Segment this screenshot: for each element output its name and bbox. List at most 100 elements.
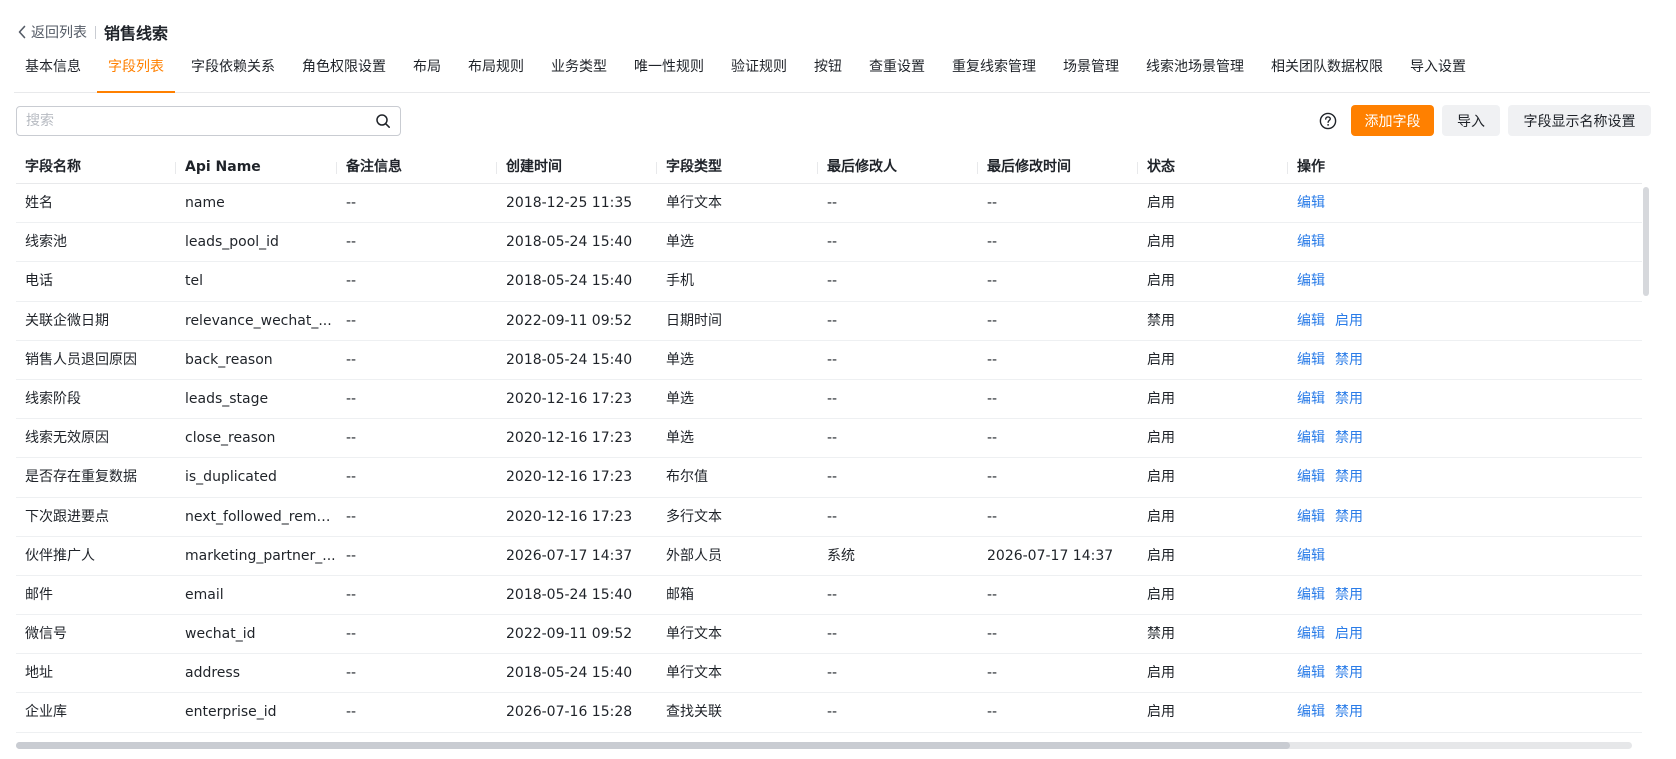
back-label: 返回列表: [31, 25, 87, 41]
actions-cell: 编辑 启用: [1288, 615, 1638, 653]
import-button[interactable]: 导入: [1442, 105, 1500, 136]
created-time-cell: 2018-05-24 15:40: [506, 665, 633, 682]
help-icon[interactable]: [1319, 112, 1337, 130]
edit-link[interactable]: 编辑: [1297, 665, 1325, 681]
status-cell: 启用: [1147, 704, 1175, 721]
field-name-cell: 微信号: [25, 626, 67, 643]
column-header-status[interactable]: 状态: [1138, 150, 1288, 183]
last-modifier-cell: --: [827, 234, 838, 251]
add-field-button[interactable]: 添加字段: [1351, 105, 1434, 136]
disable-link[interactable]: 禁用: [1335, 704, 1363, 720]
api-name-cell: leads_stage: [185, 390, 269, 407]
tab-layout[interactable]: 布局: [402, 52, 452, 92]
tab-pool-scene-management[interactable]: 线索池场景管理: [1135, 52, 1255, 92]
enable-link[interactable]: 启用: [1335, 313, 1363, 329]
field-type-cell: 单行文本: [666, 626, 722, 643]
tab-field-list[interactable]: 字段列表: [97, 52, 175, 93]
tab-validation-rules[interactable]: 验证规则: [720, 52, 798, 92]
field-name-cell: 下次跟进要点: [25, 508, 109, 525]
tab-duplicate-leads[interactable]: 重复线索管理: [941, 52, 1047, 92]
last-modified-time-cell: --: [987, 508, 998, 525]
edit-link[interactable]: 编辑: [1297, 548, 1325, 564]
actions-cell: 编辑 启用: [1288, 302, 1638, 340]
tab-duplicate-check[interactable]: 查重设置: [858, 52, 936, 92]
disable-link[interactable]: 禁用: [1335, 469, 1363, 485]
field-display-name-settings-button[interactable]: 字段显示名称设置: [1508, 105, 1651, 136]
last-modifier-cell: --: [827, 273, 838, 290]
remark-cell: --: [346, 547, 357, 564]
disable-link[interactable]: 禁用: [1335, 430, 1363, 446]
column-header-last-modifier[interactable]: 最后修改人: [818, 150, 978, 183]
remark-cell: --: [346, 312, 357, 329]
tab-business-type[interactable]: 业务类型: [540, 52, 618, 92]
status-cell: 启用: [1147, 586, 1175, 603]
created-time-cell: 2020-12-16 17:23: [506, 469, 633, 486]
tab-field-dependency[interactable]: 字段依赖关系: [180, 52, 286, 92]
enable-link[interactable]: 启用: [1335, 626, 1363, 642]
table-row: 伙伴推广人 marketing_partner_... -- 2026-07-17 1…: [16, 537, 1642, 576]
vertical-scrollbar[interactable]: [1643, 187, 1649, 296]
column-header-field-name[interactable]: 字段名称: [16, 150, 176, 183]
edit-link[interactable]: 编辑: [1297, 273, 1325, 289]
table-row: 关联企微日期 relevance_wechat_... -- 2022-09-11 0…: [16, 302, 1642, 341]
back-to-list-link[interactable]: 返回列表: [17, 22, 87, 42]
disable-link[interactable]: 禁用: [1335, 509, 1363, 525]
status-cell: 启用: [1147, 273, 1175, 290]
edit-link[interactable]: 编辑: [1297, 391, 1325, 407]
last-modified-time-cell: --: [987, 665, 998, 682]
edit-link[interactable]: 编辑: [1297, 313, 1325, 329]
disable-link[interactable]: 禁用: [1335, 665, 1363, 681]
field-name-cell: 邮件: [25, 586, 53, 603]
status-cell: 启用: [1147, 351, 1175, 368]
edit-link[interactable]: 编辑: [1297, 430, 1325, 446]
horizontal-scrollbar[interactable]: [16, 742, 1290, 749]
edit-link[interactable]: 编辑: [1297, 509, 1325, 525]
edit-link[interactable]: 编辑: [1297, 352, 1325, 368]
status-cell: 启用: [1147, 508, 1175, 525]
tab-role-permissions[interactable]: 角色权限设置: [291, 52, 397, 92]
field-name-cell: 姓名: [25, 195, 53, 211]
tab-team-data-permissions[interactable]: 相关团队数据权限: [1260, 52, 1394, 92]
remark-cell: --: [346, 586, 357, 603]
last-modified-time-cell: --: [987, 312, 998, 329]
edit-link[interactable]: 编辑: [1297, 195, 1325, 211]
edit-link[interactable]: 编辑: [1297, 626, 1325, 642]
header-divider: [95, 25, 96, 39]
field-type-cell: 日期时间: [666, 312, 722, 329]
column-header-last-modified-time[interactable]: 最后修改时间: [978, 150, 1138, 183]
created-time-cell: 2018-12-25 11:35: [506, 195, 633, 211]
column-header-created-time[interactable]: 创建时间: [497, 150, 657, 183]
api-name-cell: name: [185, 195, 225, 211]
last-modified-time-cell: --: [987, 234, 998, 251]
last-modifier-cell: --: [827, 351, 838, 368]
actions-cell: 编辑 禁用: [1288, 341, 1638, 379]
tab-layout-rules[interactable]: 布局规则: [457, 52, 535, 92]
created-time-cell: 2018-05-24 15:40: [506, 234, 633, 251]
tab-scene-management[interactable]: 场景管理: [1052, 52, 1130, 92]
tab-basic-info[interactable]: 基本信息: [14, 52, 92, 92]
api-name-cell: marketing_partner_...: [185, 547, 336, 564]
search-input[interactable]: [17, 107, 375, 135]
edit-link[interactable]: 编辑: [1297, 469, 1325, 485]
column-header-remark[interactable]: 备注信息: [337, 150, 497, 183]
field-type-cell: 单行文本: [666, 195, 722, 211]
tab-uniqueness-rules[interactable]: 唯一性规则: [623, 52, 715, 92]
edit-link[interactable]: 编辑: [1297, 234, 1325, 250]
field-name-cell: 销售人员退回原因: [25, 351, 137, 368]
last-modifier-cell: --: [827, 430, 838, 447]
disable-link[interactable]: 禁用: [1335, 391, 1363, 407]
remark-cell: --: [346, 626, 357, 643]
tab-buttons[interactable]: 按钮: [803, 52, 853, 92]
table-row: 下次跟进要点 next_followed_remark -- 2020-12-16 1…: [16, 498, 1642, 537]
page-header: 返回列表 销售线索: [17, 20, 168, 44]
column-header-api-name[interactable]: Api Name: [176, 150, 337, 183]
search-icon[interactable]: [375, 113, 391, 129]
edit-link[interactable]: 编辑: [1297, 704, 1325, 720]
tab-import-settings[interactable]: 导入设置: [1399, 52, 1477, 92]
column-header-field-type[interactable]: 字段类型: [657, 150, 818, 183]
disable-link[interactable]: 禁用: [1335, 352, 1363, 368]
disable-link[interactable]: 禁用: [1335, 587, 1363, 603]
field-name-cell: 线索无效原因: [25, 430, 109, 447]
actions-cell: 编辑: [1288, 184, 1638, 222]
edit-link[interactable]: 编辑: [1297, 587, 1325, 603]
